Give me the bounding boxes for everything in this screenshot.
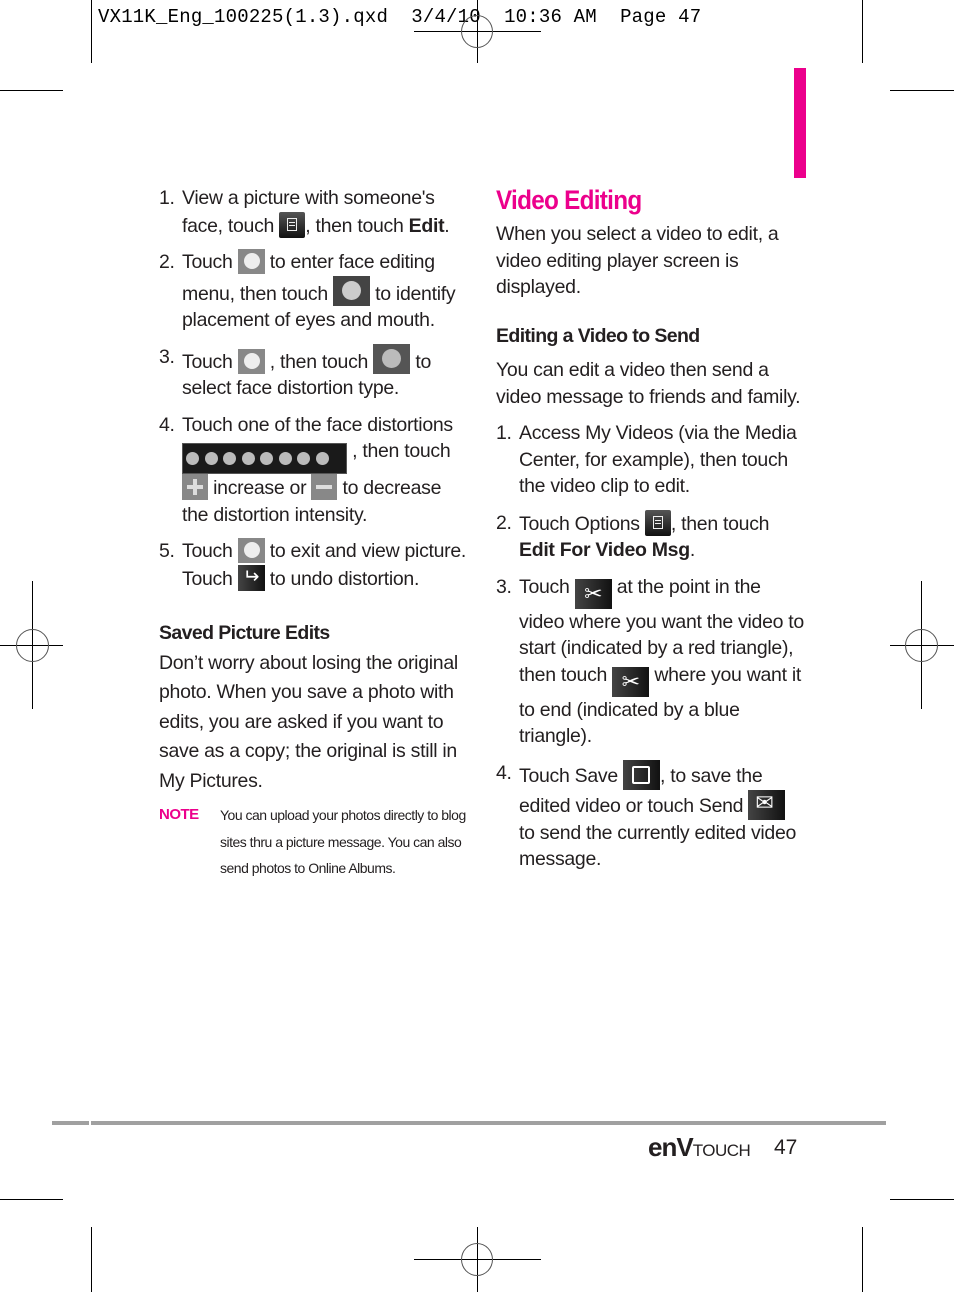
step-text: Touch Options (519, 512, 645, 535)
undo-icon (237, 564, 265, 591)
face-distortion-type-icon (373, 343, 411, 374)
step-number: 1. (159, 187, 175, 209)
step-number: 3. (159, 345, 175, 368)
step-number: 2. (496, 511, 512, 534)
print-slug: VX11K_Eng_100225(1.3).qxd 3/4/10 10:36 A… (98, 6, 702, 28)
brand-sub: TOUCH (692, 1141, 751, 1160)
face-step-4: 4. Touch one of the face distortions , t… (159, 412, 469, 529)
section-title: Video Editing (496, 185, 642, 215)
video-step-1: 1. Access My Videos (via the Media Cente… (496, 420, 806, 500)
scissors-icon: ✂ (612, 666, 650, 697)
saved-edits-body: Don’t worry about losing the original ph… (159, 651, 458, 792)
menu-icon (279, 211, 306, 238)
video-step-4: 4. Touch Save , to save the edited video… (496, 759, 806, 873)
page-number: 47 (774, 1136, 798, 1159)
step-text: . (444, 214, 450, 237)
step-text: to send the currently edited video messa… (519, 821, 797, 871)
registration-mark (461, 1243, 493, 1276)
face-edit-icon (237, 249, 265, 274)
step-text: Touch (519, 575, 575, 598)
step-text: to undo distortion. (264, 567, 420, 590)
registration-mark (905, 629, 938, 662)
step-number: 4. (496, 761, 512, 784)
step-text: Touch (182, 350, 238, 373)
sub-heading: Editing a Video to Send (496, 324, 700, 347)
options-icon (644, 509, 671, 536)
note-label: NOTE (159, 806, 199, 823)
face-detect-icon (333, 275, 371, 306)
sub-intro: You can edit a video then send a video m… (496, 359, 801, 408)
note-box: NOTE You can upload your photos directly… (159, 802, 469, 882)
step-text: , then touch (305, 214, 409, 237)
footer-rule (52, 1121, 886, 1125)
face-step-2: 2. Touch to enter face editing menu, the… (159, 249, 469, 334)
video-step-3: 3. Touch ✂ at the point in the video whe… (496, 574, 806, 750)
note-text: You can upload your photos directly to b… (220, 807, 466, 876)
step-text: . (689, 539, 695, 561)
step-text: increase or (208, 477, 312, 499)
section-intro: When you select a video to edit, a video… (496, 223, 779, 298)
chapter-tab (794, 68, 806, 178)
video-step-2: 2. Touch Options , then touch Edit For V… (496, 509, 806, 564)
crop-mark (91, 1227, 92, 1292)
save-icon (623, 759, 661, 790)
plus-icon (182, 474, 208, 500)
step-text: Touch one of the face distortions (182, 413, 453, 436)
brand-main: enV (648, 1132, 694, 1162)
step-text: , then touch (347, 440, 451, 462)
step-text: Touch (182, 251, 238, 273)
crop-mark (890, 1199, 954, 1200)
step-text: , then touch (670, 512, 770, 535)
step-text: Access My Videos (via the Media Center, … (519, 422, 797, 497)
crop-mark (0, 1199, 63, 1200)
crop-mark (91, 0, 92, 63)
brand-logo: enVTOUCH (648, 1132, 751, 1163)
right-column: Video Editing When you select a video to… (496, 185, 806, 883)
edit-label: Edit (408, 214, 445, 237)
face-step-5: 5. Touch to exit and view picture. Touch… (159, 538, 469, 592)
face-edit-icon (237, 348, 265, 374)
registration-mark (16, 629, 49, 662)
registration-mark (461, 15, 493, 48)
step-text: Touch (182, 540, 238, 562)
edit-for-video-msg-label: Edit For Video Msg (519, 539, 690, 561)
scissors-icon: ✂ (574, 578, 612, 609)
crop-mark (862, 1227, 863, 1292)
step-text: , then touch (264, 350, 374, 373)
face-step-3: 3. Touch , then touch to select face dis… (159, 343, 469, 402)
face-edit-icon (237, 538, 265, 563)
step-number: 3. (496, 575, 512, 598)
send-envelope-icon (748, 789, 786, 820)
step-number: 1. (496, 422, 512, 444)
step-text: Touch Save (519, 764, 624, 787)
step-number: 5. (159, 540, 175, 562)
minus-icon (311, 474, 338, 500)
left-column: 1. View a picture with someone's face, t… (159, 185, 469, 796)
face-distortions-strip-icon (182, 443, 347, 474)
crop-mark (890, 90, 954, 91)
saved-edits-heading: Saved Picture Edits (159, 622, 330, 644)
crop-mark (0, 90, 63, 91)
step-number: 2. (159, 251, 175, 273)
crop-mark (862, 0, 863, 63)
face-step-1: 1. View a picture with someone's face, t… (159, 185, 469, 239)
step-number: 4. (159, 413, 175, 436)
